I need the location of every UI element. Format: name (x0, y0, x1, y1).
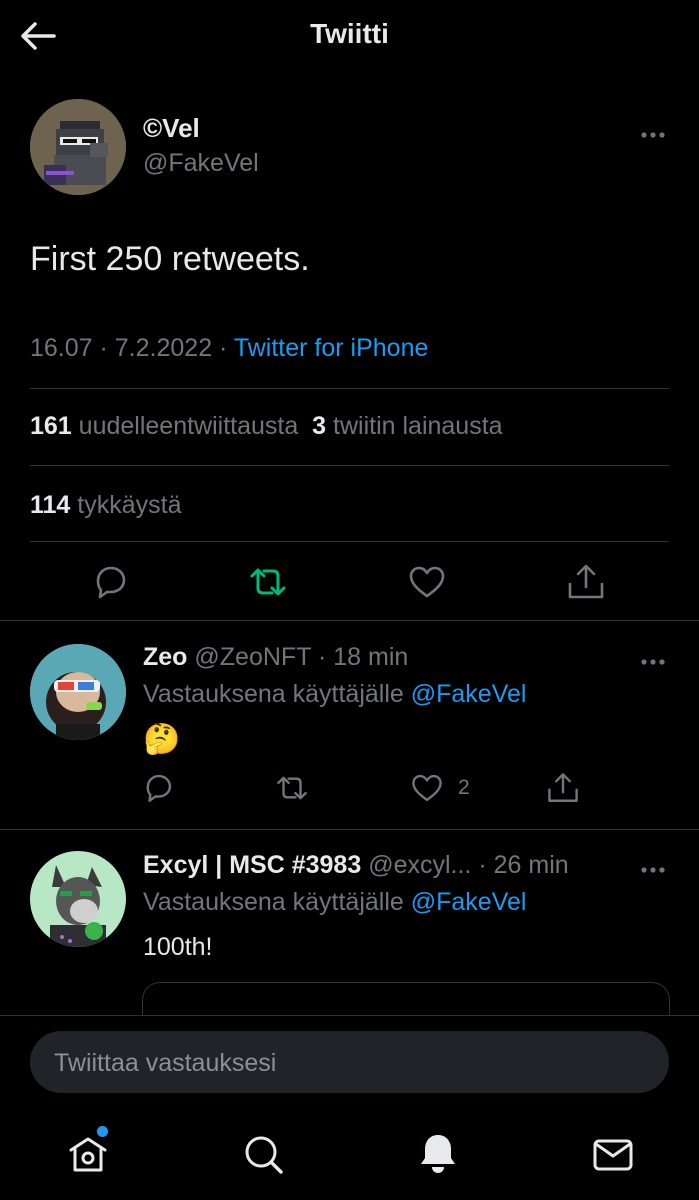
avatar-image (30, 99, 126, 195)
reply-text: 🤔 (143, 723, 181, 756)
retweet-icon (250, 568, 286, 596)
tweet-source-link[interactable]: Twitter for iPhone (234, 334, 429, 362)
reply-time[interactable]: · 26 min (478, 851, 568, 879)
replying-to-label: Vastauksena käyttäjälle (143, 680, 411, 708)
divider (0, 829, 699, 830)
like-icon (412, 774, 442, 802)
like-icon (409, 566, 445, 598)
author-name[interactable]: ©Vel (143, 113, 200, 144)
likes-link[interactable]: 114 tykkäystä (30, 491, 182, 520)
share-icon (568, 564, 604, 599)
nav-messages[interactable] (591, 1133, 635, 1177)
notifications-icon (421, 1135, 455, 1173)
like-button[interactable]: 2 (410, 771, 470, 805)
home-icon (69, 1137, 107, 1172)
avatar-image (30, 851, 126, 947)
retweet-count: 161 (30, 412, 72, 440)
replying-to-handle[interactable]: @FakeVel (411, 888, 527, 916)
search-icon (245, 1136, 283, 1174)
retweet-button[interactable] (275, 771, 309, 805)
more-options-button[interactable] (640, 861, 666, 873)
page-title: Twiitti (310, 18, 389, 49)
retweet-label: uudelleentwiittausta (78, 412, 299, 440)
quote-label: twiitin lainausta (333, 412, 503, 440)
share-button[interactable] (546, 771, 580, 805)
messages-icon (593, 1139, 633, 1171)
home-notification-dot (97, 1126, 108, 1137)
quote-count: 3 (312, 412, 327, 440)
like-count: 114 (30, 491, 71, 519)
retweet-button[interactable] (248, 562, 288, 602)
ellipsis-icon (641, 867, 665, 873)
replying-to: Vastauksena käyttäjälle @FakeVel (143, 888, 526, 917)
reply-text: 100th! (143, 933, 213, 961)
nav-notifications[interactable] (416, 1131, 460, 1175)
reply-avatar[interactable] (30, 644, 126, 740)
replying-to-handle[interactable]: @FakeVel (411, 680, 527, 708)
retweet-icon (277, 776, 307, 800)
like-count: 2 (458, 776, 470, 799)
reply-button[interactable] (141, 771, 175, 805)
nav-search[interactable] (242, 1133, 286, 1177)
quotes-link[interactable]: 3 twiitin lainausta (312, 412, 502, 440)
reply-avatar[interactable] (30, 851, 126, 947)
reply-header: Excyl | MSC #3983 @excyl... · 26 min (143, 851, 569, 880)
author-handle[interactable]: @FakeVel (143, 149, 259, 178)
reply-composer[interactable] (30, 1031, 669, 1095)
ellipsis-icon (641, 132, 665, 138)
divider (30, 541, 669, 542)
reply-icon (146, 774, 172, 802)
avatar-image (30, 644, 126, 740)
reply-input[interactable] (52, 1031, 646, 1095)
reply-author-name[interactable]: Zeo (143, 643, 187, 671)
reply-author-handle[interactable]: @excyl... (368, 851, 471, 879)
retweet-stats: 161 uudelleentwiittausta 3 twiitin laina… (30, 412, 503, 441)
retweets-link[interactable]: 161 uudelleentwiittausta (30, 412, 298, 440)
reply-button[interactable] (90, 562, 130, 602)
divider (30, 388, 669, 389)
tweet-meta: 16.07 · 7.2.2022 · Twitter for iPhone (30, 334, 428, 363)
like-button[interactable] (407, 562, 447, 602)
share-button[interactable] (566, 562, 606, 602)
share-icon (548, 773, 578, 802)
nav-home[interactable] (66, 1126, 110, 1176)
reply-time[interactable]: · 18 min (318, 643, 408, 671)
divider (0, 1015, 699, 1016)
divider (30, 465, 669, 466)
reply-icon (96, 566, 126, 599)
divider (0, 620, 699, 621)
ellipsis-icon (641, 659, 665, 665)
reply-author-handle[interactable]: @ZeoNFT (194, 643, 311, 671)
like-label: tykkäystä (77, 491, 182, 519)
reply-header: Zeo @ZeoNFT · 18 min (143, 643, 408, 672)
reply-author-name[interactable]: Excyl | MSC #3983 (143, 851, 361, 879)
tweet-timestamp: 16.07 · 7.2.2022 · (30, 334, 234, 362)
more-options-button[interactable] (640, 653, 666, 665)
more-options-button[interactable] (640, 126, 666, 138)
replying-to: Vastauksena käyttäjälle @FakeVel (143, 680, 526, 709)
replying-to-label: Vastauksena käyttäjälle (143, 888, 411, 916)
avatar[interactable] (30, 99, 126, 195)
tweet-text: First 250 retweets. (30, 240, 310, 278)
